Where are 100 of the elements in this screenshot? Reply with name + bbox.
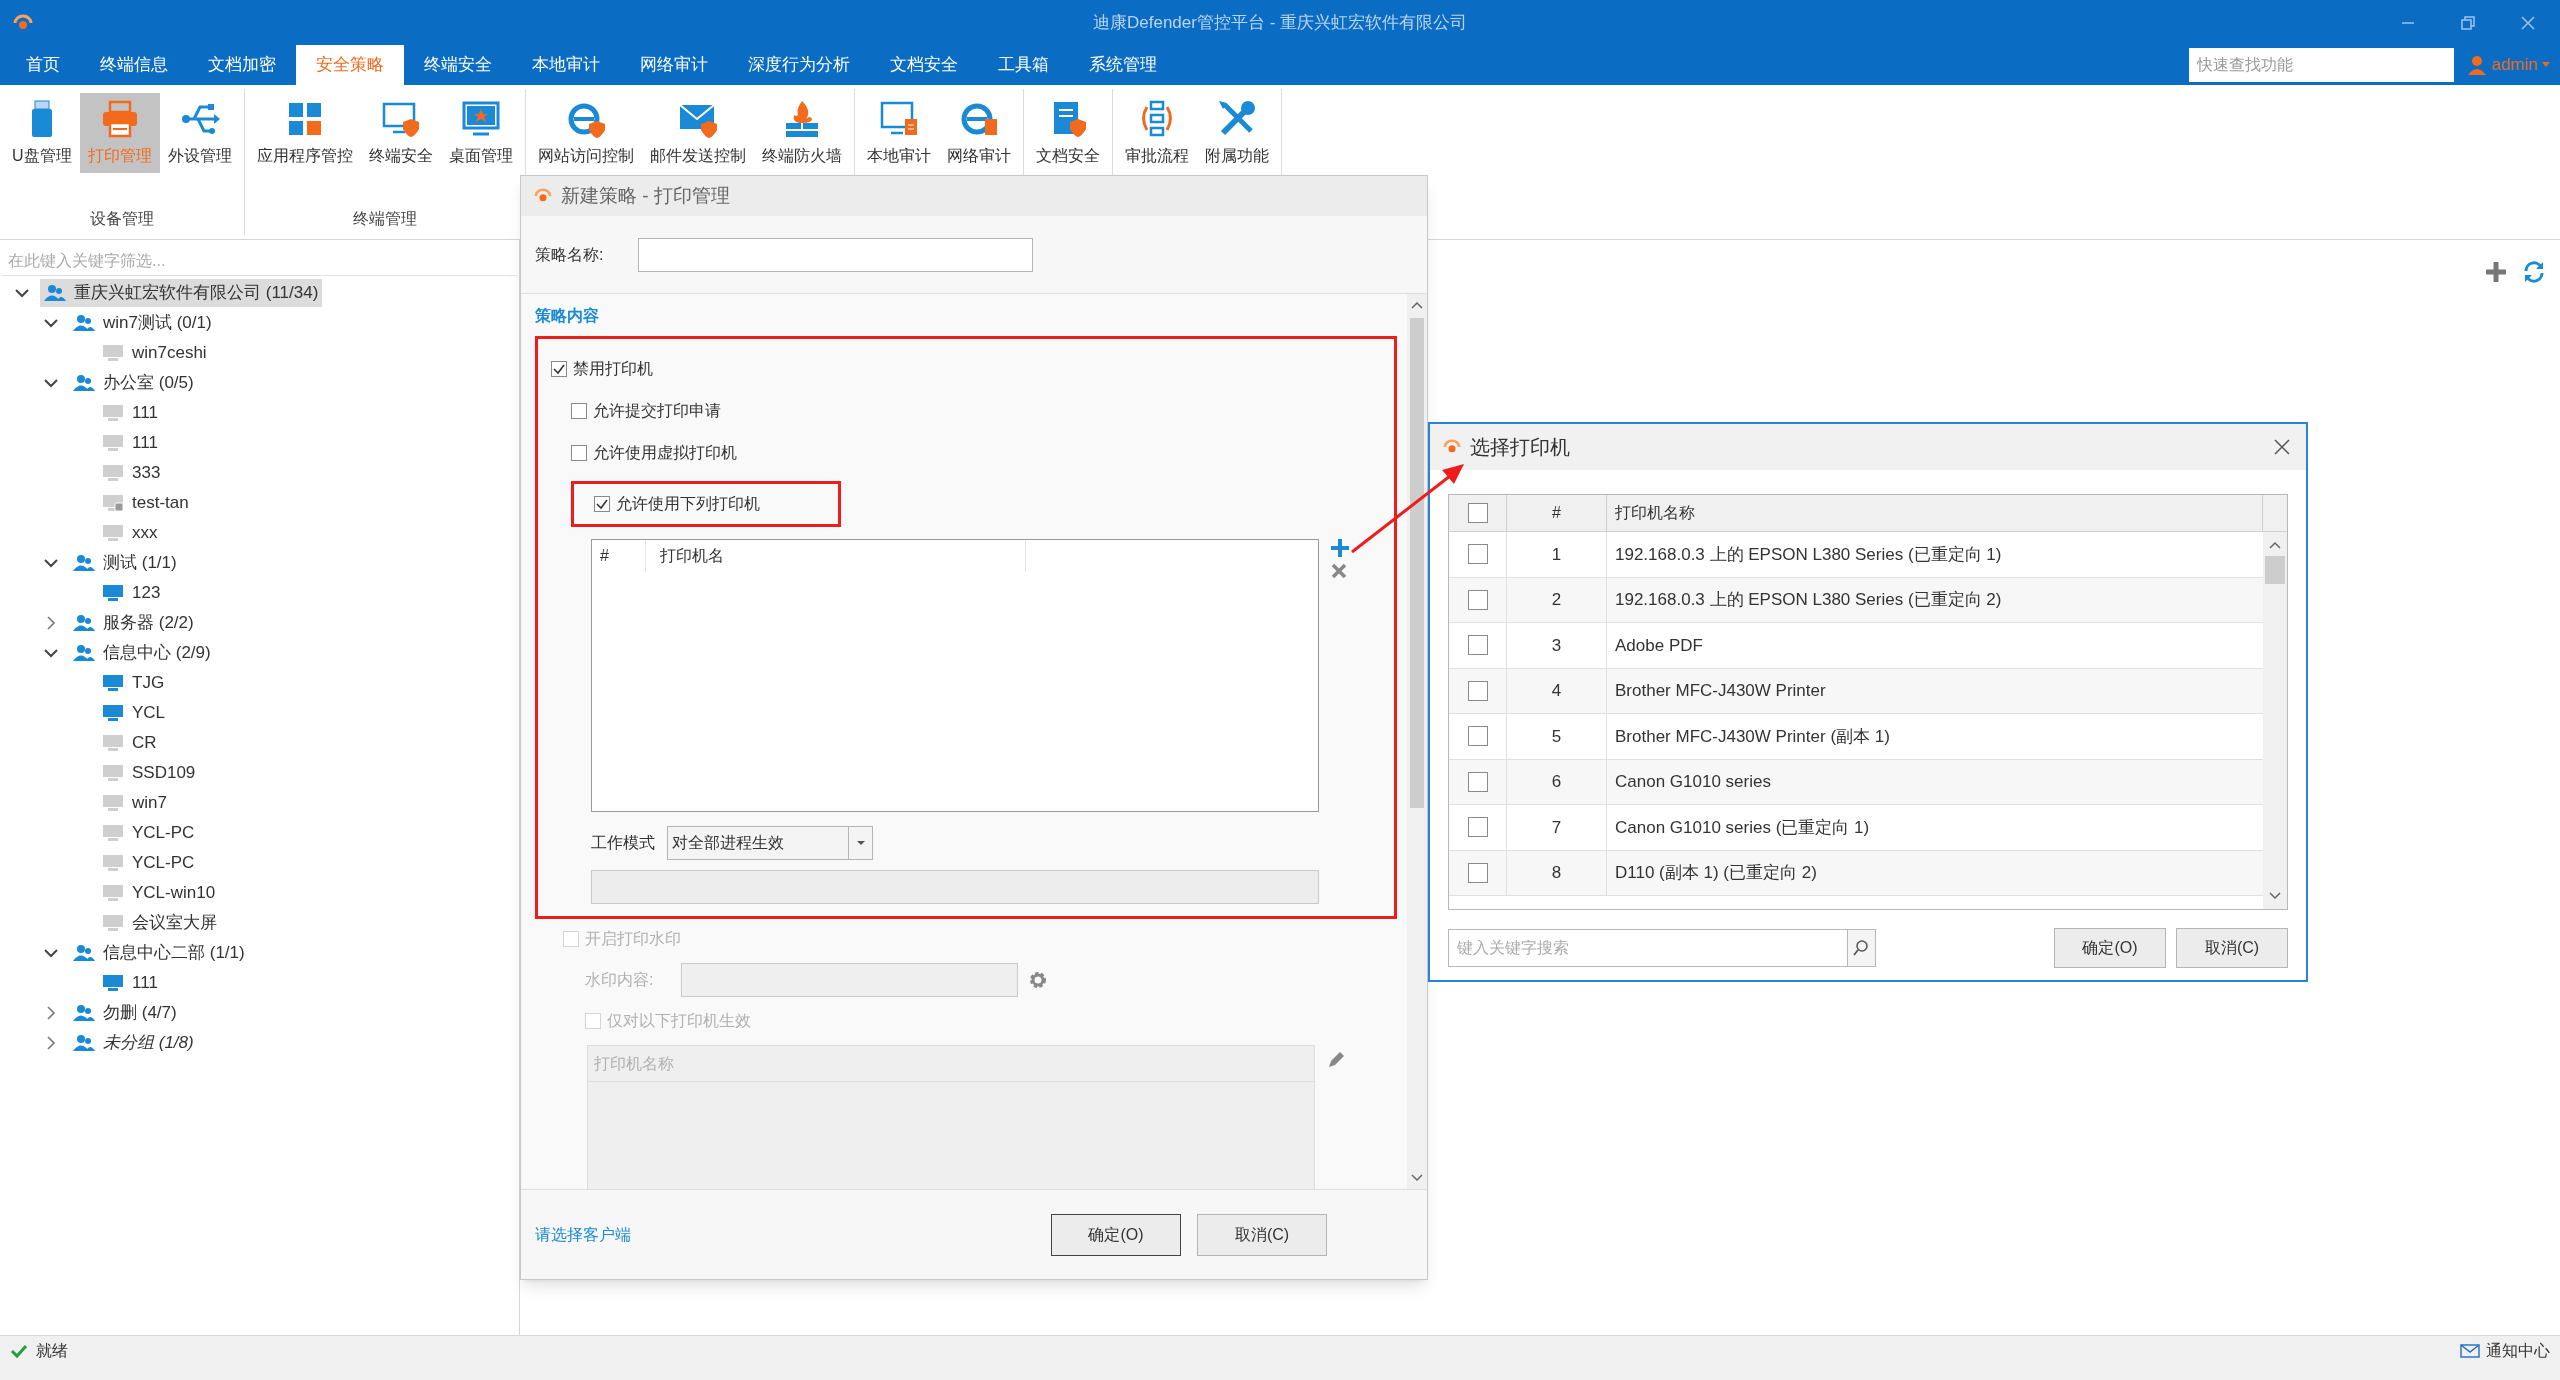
menu-tab[interactable]: 首页 [6, 45, 80, 85]
toolbar-button[interactable]: 桌面管理 [440, 93, 521, 173]
quick-search-field[interactable]: 快速查找功能 [2188, 48, 2454, 82]
watermark-content-field[interactable] [681, 963, 1018, 997]
toolbar-button[interactable]: 网站访问控制 [529, 93, 642, 173]
tree-item[interactable]: 勿删 (4/7) [69, 999, 181, 1027]
menu-tab[interactable]: 文档安全 [870, 45, 978, 85]
checkbox[interactable] [1467, 862, 1488, 883]
tree-item[interactable]: 信息中心 (2/9) [69, 639, 215, 667]
checkbox[interactable] [594, 496, 610, 512]
tree-item[interactable]: SSD109 [98, 759, 200, 787]
column-header: 打印机名 [646, 540, 1026, 572]
tree-item[interactable]: 未分组 (1/8) [69, 1029, 198, 1057]
checkbox[interactable] [1467, 544, 1488, 565]
scroll-up-icon[interactable] [2269, 540, 2281, 550]
toolbar-button[interactable]: 外设管理 [159, 93, 240, 173]
scroll-up-icon[interactable] [1411, 300, 1423, 310]
tree-item[interactable]: 333 [98, 459, 165, 487]
toolbar-button[interactable]: 网络审计 [938, 93, 1019, 173]
work-mode-dropdown[interactable]: 对全部进程生效 [667, 826, 873, 860]
toolbar-button[interactable]: 应用程序管控 [248, 93, 361, 173]
restore-icon[interactable] [2460, 14, 2476, 31]
toolbar-button[interactable]: U盘管理 [4, 93, 80, 173]
tree-item[interactable]: win7测试 (0/1) [69, 309, 216, 337]
scrollbar[interactable] [1407, 294, 1427, 1189]
menu-tab[interactable]: 工具箱 [978, 45, 1069, 85]
menu-tab[interactable]: 文档加密 [188, 45, 296, 85]
delete-icon[interactable] [1331, 563, 1347, 579]
checkbox[interactable] [571, 445, 587, 461]
menu-tab[interactable]: 系统管理 [1069, 45, 1177, 85]
filter-field[interactable]: 在此键入关键字筛选... [2, 246, 517, 276]
tree-item[interactable]: test-tan [98, 489, 193, 517]
field-label: 水印内容: [585, 970, 655, 990]
toolbar-button[interactable]: 本地审计 [858, 93, 939, 173]
checkbox[interactable] [1467, 503, 1488, 523]
tree-item[interactable]: YCL [98, 699, 170, 727]
toolbar-button[interactable]: 附属功能 [1196, 93, 1277, 173]
window-title: 迪康Defender管控平台 - 重庆兴虹宏软件有限公司 [1091, 11, 1468, 34]
tree-item[interactable]: 服务器 (2/2) [69, 609, 198, 637]
pencil-icon[interactable] [1327, 1051, 1345, 1069]
scrollbar[interactable] [2263, 532, 2287, 909]
policy-name-field[interactable] [638, 237, 1033, 272]
tree-item[interactable]: 重庆兴虹宏软件有限公司 (11/34) [40, 279, 323, 307]
client-select-link[interactable]: 请选择客户端 [535, 1222, 631, 1247]
tree-item[interactable]: 111 [98, 399, 162, 427]
toolbar-button[interactable]: 邮件发送控制 [641, 93, 754, 173]
tree-item[interactable]: YCL-win10 [98, 879, 220, 907]
toolbar-button[interactable]: 审批流程 [1116, 93, 1197, 173]
add-icon[interactable] [1331, 539, 1349, 557]
tree-item[interactable]: 123 [98, 579, 165, 607]
text-field[interactable] [591, 870, 1319, 904]
menu-tab[interactable]: 终端信息 [80, 45, 188, 85]
user-group-icon [73, 614, 95, 632]
tree-item[interactable]: YCL-PC [98, 849, 199, 877]
notification-center-link[interactable]: 通知中心 [2486, 1338, 2550, 1363]
checkbox[interactable] [551, 361, 567, 377]
toolbar-button[interactable]: 终端防火墙 [753, 93, 850, 173]
scroll-down-icon[interactable] [1411, 1173, 1423, 1183]
tree-item[interactable]: win7ceshi [98, 339, 211, 367]
dialog-title: 新建策略 - 打印管理 [561, 183, 730, 208]
menu-tab[interactable]: 终端安全 [404, 45, 512, 85]
tree-item[interactable]: 信息中心二部 (1/1) [69, 939, 249, 967]
dialog-button[interactable]: 取消(C) [2176, 928, 2288, 968]
tree-item[interactable]: TJG [98, 669, 169, 697]
toolbar-button[interactable]: 终端安全 [360, 93, 441, 173]
dialog-button[interactable]: 取消(C) [1197, 1213, 1327, 1256]
menu-tab[interactable]: 深度行为分析 [728, 45, 870, 85]
scroll-down-icon[interactable] [2269, 891, 2281, 901]
tree-item[interactable]: 111 [98, 429, 162, 457]
checkbox[interactable] [571, 403, 587, 419]
menu-tab[interactable]: 网络审计 [620, 45, 728, 85]
refresh-icon[interactable] [2522, 260, 2546, 284]
checkbox[interactable] [1467, 771, 1488, 792]
tree-item[interactable]: win7 [98, 789, 171, 817]
tree-item[interactable]: 111 [98, 969, 162, 997]
dialog-button[interactable]: 确定(O) [1051, 1213, 1181, 1256]
toolbar-button[interactable]: 文档安全 [1027, 93, 1108, 173]
table-cell: 1 [1507, 532, 1607, 577]
add-icon[interactable] [2484, 260, 2508, 284]
checkbox[interactable] [1467, 589, 1488, 610]
search-field[interactable]: 键入关键字搜索 [1448, 929, 1848, 967]
menu-tab[interactable]: 本地审计 [512, 45, 620, 85]
tree-item[interactable]: YCL-PC [98, 819, 199, 847]
tree-item[interactable]: xxx [98, 519, 162, 547]
settings-icon[interactable] [1028, 970, 1048, 990]
checkbox[interactable] [1467, 817, 1488, 838]
close-icon[interactable] [2274, 439, 2290, 455]
scroll-thumb[interactable] [2265, 556, 2285, 584]
checkbox[interactable] [1467, 726, 1488, 747]
dialog-button[interactable]: 确定(O) [2054, 928, 2166, 968]
checkbox[interactable] [1467, 635, 1488, 656]
close-icon[interactable] [2520, 14, 2536, 31]
scroll-thumb[interactable] [1410, 318, 1424, 808]
tree-item[interactable]: 办公室 (0/5) [69, 369, 198, 397]
option-label: 允许使用虚拟打印机 [593, 443, 737, 463]
tree-item[interactable]: CR [98, 729, 161, 757]
search-icon[interactable] [1848, 929, 1876, 967]
checkbox[interactable] [1467, 680, 1488, 701]
tree-item[interactable]: 会议室大屏 [98, 909, 221, 937]
tree-item[interactable]: 测试 (1/1) [69, 549, 181, 577]
